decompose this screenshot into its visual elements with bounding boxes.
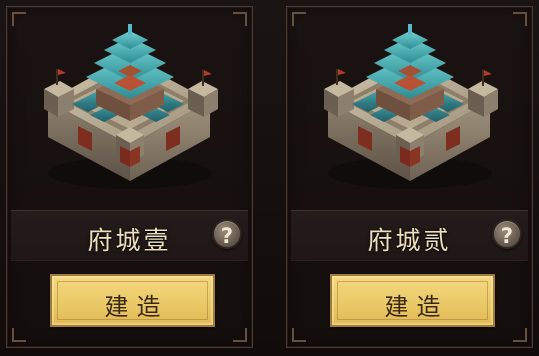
question-mark-icon[interactable]: ?	[492, 219, 522, 249]
fortress-selection-screen: 府城壹 ? 建造 府城贰 ? 建造	[0, 0, 539, 356]
fortress-image	[306, 17, 514, 203]
fortress-image	[26, 17, 234, 203]
corner-ornament	[292, 328, 306, 342]
fortress-card-2: 府城贰 ? 建造	[286, 6, 533, 348]
corner-ornament	[12, 12, 26, 26]
corner-ornament	[513, 328, 527, 342]
build-button[interactable]: 建造	[330, 274, 495, 327]
build-button-label: 建造	[384, 293, 449, 321]
build-button[interactable]: 建造	[50, 274, 215, 327]
fortress-card-1: 府城壹 ? 建造	[6, 6, 253, 348]
corner-ornament	[513, 12, 527, 26]
corner-ornament	[292, 12, 306, 26]
corner-ornament	[233, 328, 247, 342]
question-mark-icon[interactable]: ?	[212, 219, 242, 249]
corner-ornament	[12, 328, 26, 342]
build-button-label: 建造	[104, 293, 169, 321]
corner-ornament	[233, 12, 247, 26]
